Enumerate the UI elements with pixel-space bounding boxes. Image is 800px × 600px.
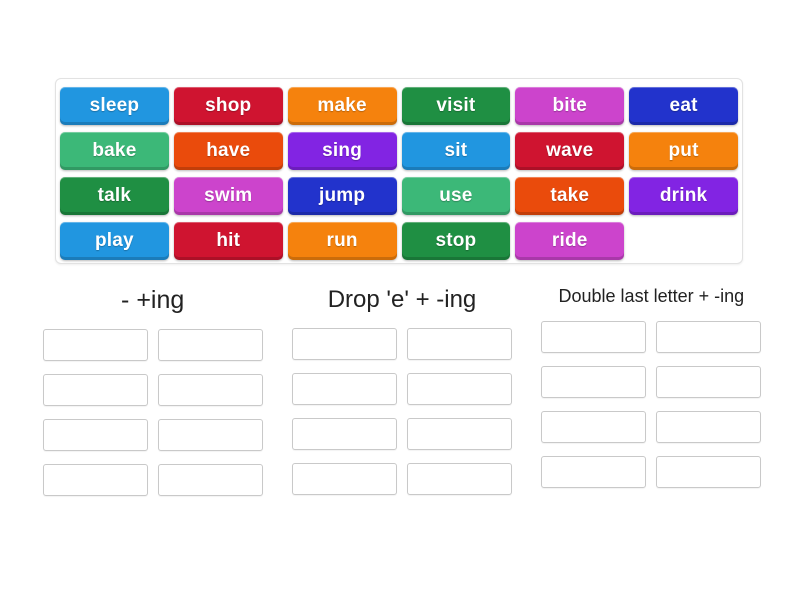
- word-tile-slot[interactable]: talk: [59, 173, 170, 218]
- word-tile-slot[interactable]: drink: [628, 173, 739, 218]
- word-tile[interactable]: put: [629, 131, 738, 170]
- dropzone-slot[interactable]: [656, 366, 762, 398]
- dropzone-slot[interactable]: [406, 328, 512, 360]
- dropzone-slot[interactable]: [157, 419, 263, 451]
- word-tile-slot[interactable]: sing: [287, 128, 398, 173]
- word-tile[interactable]: sing: [287, 131, 397, 170]
- word-tile-slot-empty: [628, 218, 739, 263]
- dropzone-slot[interactable]: [406, 373, 512, 405]
- dropzone-slot[interactable]: [541, 456, 647, 488]
- dropzone-slot[interactable]: [541, 366, 647, 398]
- word-tile[interactable]: stop: [401, 221, 511, 260]
- word-tile-slot[interactable]: bite: [514, 83, 625, 128]
- word-tile-slot[interactable]: sit: [401, 128, 512, 173]
- word-tile[interactable]: drink: [629, 176, 738, 215]
- dropzone-slot[interactable]: [406, 418, 512, 450]
- word-tile-slot[interactable]: have: [173, 128, 284, 173]
- word-tile-slot[interactable]: jump: [287, 173, 398, 218]
- word-tile-slot[interactable]: eat: [628, 83, 739, 128]
- category-column: - +ing: [28, 286, 277, 496]
- category-title: Double last letter + -ing: [558, 286, 745, 306]
- word-tile[interactable]: eat: [629, 86, 738, 125]
- word-tile[interactable]: bake: [60, 131, 169, 170]
- dropzone-slot[interactable]: [42, 374, 148, 406]
- dropzone-slot[interactable]: [291, 418, 397, 450]
- word-tile-slot[interactable]: swim: [173, 173, 284, 218]
- dropzone-slot[interactable]: [291, 373, 397, 405]
- dropzone-slot[interactable]: [157, 464, 263, 496]
- dropzone-slot[interactable]: [656, 456, 762, 488]
- word-tile[interactable]: take: [515, 176, 625, 215]
- word-bank-panel: sleep shop make visit bite eat bake have sing sit…: [55, 78, 743, 264]
- word-tile[interactable]: sit: [401, 131, 511, 170]
- word-tile-slot[interactable]: hit: [173, 218, 284, 263]
- word-tile[interactable]: bite: [515, 86, 625, 125]
- word-tile-slot[interactable]: run: [287, 218, 398, 263]
- dropzone-slot[interactable]: [157, 329, 263, 361]
- word-tile-slot[interactable]: ride: [514, 218, 625, 263]
- word-tile[interactable]: talk: [60, 176, 169, 215]
- dropzone-slot[interactable]: [291, 328, 397, 360]
- word-tile[interactable]: run: [287, 221, 397, 260]
- dropzone-slot[interactable]: [42, 464, 148, 496]
- dropzone-grid: [42, 329, 263, 496]
- word-tile-slot[interactable]: wave: [514, 128, 625, 173]
- dropzone-grid: [291, 328, 512, 495]
- word-tile-slot[interactable]: bake: [59, 128, 170, 173]
- dropzone-slot[interactable]: [541, 411, 647, 443]
- word-tile[interactable]: play: [60, 221, 169, 260]
- word-tile[interactable]: use: [401, 176, 511, 215]
- category-column: Double last letter + -ing: [527, 286, 776, 496]
- dropzone-slot[interactable]: [541, 321, 647, 353]
- dropzone-slot[interactable]: [42, 419, 148, 451]
- category-column: Drop 'e' + -ing: [277, 286, 526, 496]
- word-tile[interactable]: swim: [173, 176, 283, 215]
- dropzone-slot[interactable]: [291, 463, 397, 495]
- category-columns: - +ing Drop 'e' + -ing Double last letter …: [28, 286, 776, 496]
- word-tile[interactable]: make: [287, 86, 397, 125]
- category-title: - +ing: [121, 286, 185, 314]
- word-tile[interactable]: jump: [287, 176, 397, 215]
- word-tile[interactable]: ride: [515, 221, 625, 260]
- word-tile-slot[interactable]: stop: [401, 218, 512, 263]
- word-tile-slot[interactable]: put: [628, 128, 739, 173]
- word-tile-slot[interactable]: visit: [401, 83, 512, 128]
- dropzone-slot[interactable]: [656, 321, 762, 353]
- word-tile[interactable]: visit: [401, 86, 511, 125]
- dropzone-slot[interactable]: [406, 463, 512, 495]
- word-tile[interactable]: have: [173, 131, 283, 170]
- dropzone-slot[interactable]: [42, 329, 148, 361]
- word-tile-slot[interactable]: use: [401, 173, 512, 218]
- word-tile[interactable]: sleep: [60, 86, 169, 125]
- word-tile-slot[interactable]: take: [514, 173, 625, 218]
- dropzone-slot[interactable]: [157, 374, 263, 406]
- category-title: Drop 'e' + -ing: [327, 286, 477, 313]
- dropzone-grid: [541, 321, 762, 488]
- word-tile[interactable]: wave: [515, 131, 625, 170]
- category-row: - +ing Drop 'e' + -ing Double last letter …: [28, 286, 776, 496]
- word-tile[interactable]: shop: [173, 86, 283, 125]
- word-tile-slot[interactable]: play: [59, 218, 170, 263]
- word-tile-slot[interactable]: make: [287, 83, 398, 128]
- dropzone-slot[interactable]: [656, 411, 762, 443]
- word-tile-grid: sleep shop make visit bite eat bake have sing sit…: [59, 83, 739, 263]
- word-tile-slot[interactable]: shop: [173, 83, 284, 128]
- word-tile-slot[interactable]: sleep: [59, 83, 170, 128]
- word-tile[interactable]: hit: [173, 221, 283, 260]
